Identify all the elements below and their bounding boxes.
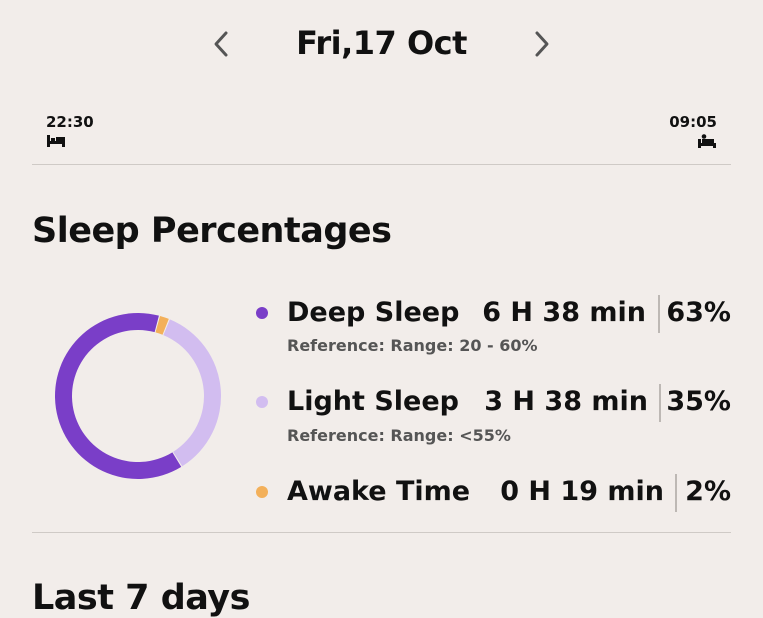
light-sleep-segment (163, 319, 221, 467)
divider (32, 532, 731, 533)
awake-time-duration: 0 H 19 min (500, 476, 664, 507)
deep-sleep-reference: Reference: Range: 20 - 60% (287, 336, 538, 355)
deep-sleep-percent: 63% (666, 297, 731, 328)
light-sleep-reference: Reference: Range: <55% (287, 426, 511, 445)
next-day-button[interactable] (527, 24, 557, 64)
light-sleep-dot (256, 396, 268, 408)
deep-sleep-label: Deep Sleep (287, 297, 460, 328)
sleep-donut-chart (55, 313, 221, 479)
light-sleep-percent: 35% (666, 386, 731, 417)
date-title: Fri,17 Oct (296, 24, 467, 62)
deep-sleep-duration: 6 H 38 min (482, 297, 646, 328)
bedtime: 22:30 (46, 113, 94, 148)
separator (659, 384, 661, 422)
wake-up-icon (698, 134, 716, 148)
deep-sleep-dot (256, 307, 268, 319)
awake-time-dot (256, 486, 268, 498)
section-title-sleep-percentages: Sleep Percentages (32, 211, 392, 251)
divider (32, 164, 731, 165)
date-navigation: Fri,17 Oct (0, 22, 763, 68)
waketime-value: 09:05 (669, 113, 717, 131)
legend-row-deep-sleep: Deep Sleep 6 H 38 min 63% (253, 293, 731, 333)
legend-row-light-sleep: Light Sleep 3 H 38 min 35% (253, 382, 731, 422)
deep-sleep-segment (55, 313, 182, 479)
separator (658, 295, 660, 333)
awake-time-percent: 2% (685, 476, 731, 507)
waketime: 09:05 (669, 113, 717, 148)
light-sleep-duration: 3 H 38 min (484, 386, 648, 417)
bedtime-value: 22:30 (46, 113, 94, 131)
legend-row-awake-time: Awake Time 0 H 19 min 2% (253, 472, 731, 512)
chevron-right-icon (535, 31, 549, 57)
section-title-last-7-days: Last 7 days (32, 578, 250, 618)
light-sleep-label: Light Sleep (287, 386, 459, 417)
separator (675, 474, 677, 512)
awake-time-label: Awake Time (287, 476, 471, 507)
bed-icon (47, 135, 65, 147)
